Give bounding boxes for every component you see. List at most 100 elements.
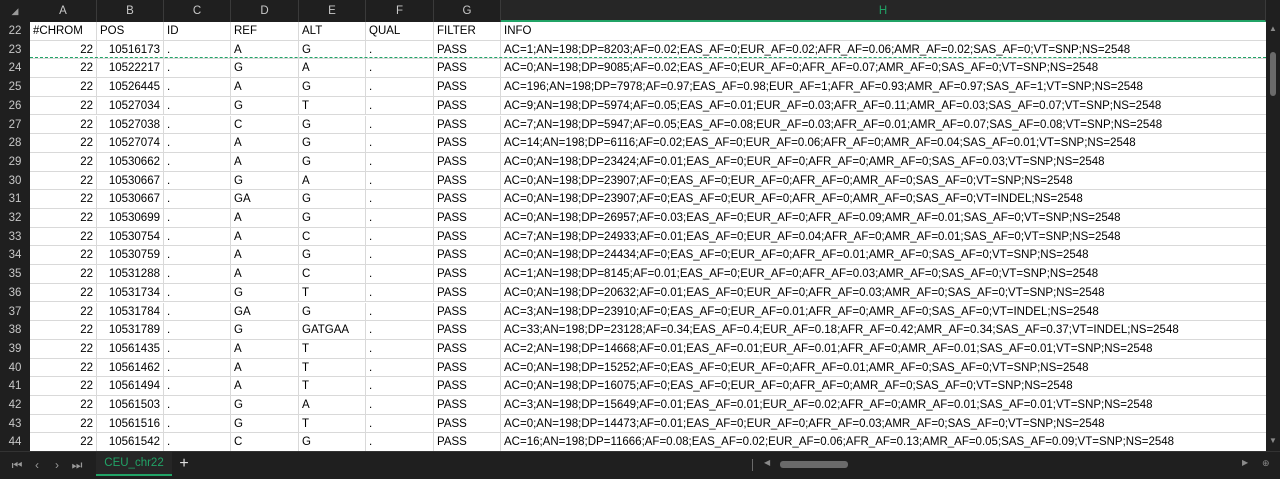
cell-d[interactable]: A — [231, 209, 299, 228]
horizontal-scroll-thumb[interactable] — [780, 461, 848, 468]
row-header[interactable]: 22 — [0, 22, 30, 41]
cell-a[interactable]: 22 — [30, 396, 97, 415]
cell-f[interactable]: . — [366, 96, 434, 116]
cell-e[interactable]: T — [299, 96, 366, 116]
cell-c[interactable]: . — [164, 190, 231, 209]
cell-d[interactable]: A — [231, 227, 299, 247]
cell-f[interactable]: . — [366, 377, 434, 396]
cell-c[interactable]: . — [164, 152, 231, 172]
cell-e[interactable]: ALT — [299, 22, 366, 41]
prev-sheet-icon[interactable]: ‹ — [28, 456, 46, 474]
cell-a[interactable]: 22 — [30, 78, 97, 97]
cell-h[interactable]: AC=0;AN=198;DP=9085;AF=0.02;EAS_AF=0;EUR… — [501, 59, 1266, 78]
cell-e[interactable]: A — [299, 171, 366, 191]
cell-d[interactable]: G — [231, 171, 299, 191]
row-header[interactable]: 35 — [0, 265, 30, 284]
cell-e[interactable]: T — [299, 358, 366, 378]
cell-c[interactable]: . — [164, 246, 231, 266]
cell-g[interactable]: PASS — [434, 115, 501, 135]
cell-e[interactable]: T — [299, 414, 366, 434]
cell-c[interactable]: . — [164, 358, 231, 378]
cell-e[interactable]: G — [299, 246, 366, 266]
row-header[interactable]: 25 — [0, 78, 30, 97]
row-header[interactable]: 28 — [0, 134, 30, 153]
scroll-end-icon[interactable]: ⊕ — [1262, 458, 1270, 469]
cell-b[interactable]: 10531734 — [97, 283, 164, 303]
cell-d[interactable]: C — [231, 433, 299, 451]
cell-h[interactable]: AC=14;AN=198;DP=6116;AF=0.02;EAS_AF=0;EU… — [501, 134, 1266, 153]
row-header[interactable]: 42 — [0, 396, 30, 415]
cell-e[interactable]: C — [299, 227, 366, 247]
row-header[interactable]: 43 — [0, 415, 30, 434]
cell-f[interactable]: . — [366, 321, 434, 340]
cell-h[interactable]: INFO — [501, 22, 1266, 41]
cell-c[interactable]: . — [164, 283, 231, 303]
cell-b[interactable]: 10527038 — [97, 115, 164, 135]
first-sheet-icon[interactable]: ⏮ — [8, 456, 26, 474]
row-header[interactable]: 36 — [0, 284, 30, 303]
cell-b[interactable]: 10561542 — [97, 433, 164, 451]
cell-e[interactable]: G — [299, 115, 366, 135]
cell-b[interactable]: 10561503 — [97, 396, 164, 415]
cell-h[interactable]: AC=7;AN=198;DP=24933;AF=0.01;EAS_AF=0;EU… — [501, 228, 1266, 247]
column-header-d[interactable]: D — [231, 0, 299, 22]
cell-a[interactable]: 22 — [30, 115, 97, 135]
cell-d[interactable]: A — [231, 152, 299, 172]
row-header[interactable]: 41 — [0, 377, 30, 396]
row-header[interactable]: 23 — [0, 41, 30, 60]
cell-c[interactable]: . — [164, 78, 231, 97]
cell-b[interactable]: 10531789 — [97, 321, 164, 340]
cell-f[interactable]: . — [366, 190, 434, 209]
cell-e[interactable]: G — [299, 190, 366, 209]
cell-g[interactable]: PASS — [434, 227, 501, 247]
cell-f[interactable]: . — [366, 134, 434, 153]
row-header[interactable]: 40 — [0, 359, 30, 378]
column-header-h[interactable]: H — [501, 0, 1266, 22]
cell-a[interactable]: 22 — [30, 358, 97, 378]
cell-g[interactable]: PASS — [434, 190, 501, 209]
cell-c[interactable]: . — [164, 396, 231, 415]
cell-g[interactable]: PASS — [434, 96, 501, 116]
cell-b[interactable]: 10522217 — [97, 59, 164, 79]
cell-d[interactable]: A — [231, 265, 299, 284]
cell-h[interactable]: AC=0;AN=198;DP=23424;AF=0.01;EAS_AF=0;EU… — [501, 153, 1266, 172]
cell-h[interactable]: AC=0;AN=198;DP=23907;AF=0;EAS_AF=0;EUR_A… — [501, 172, 1266, 191]
cell-c[interactable]: . — [164, 321, 231, 340]
cell-c[interactable]: . — [164, 209, 231, 228]
cell-g[interactable]: PASS — [434, 209, 501, 228]
cell-g[interactable]: PASS — [434, 171, 501, 191]
row-header[interactable]: 32 — [0, 209, 30, 228]
cell-a[interactable]: 22 — [30, 227, 97, 247]
cell-c[interactable]: . — [164, 134, 231, 153]
cell-g[interactable]: PASS — [434, 78, 501, 97]
cell-c[interactable]: . — [164, 171, 231, 191]
row-header[interactable]: 27 — [0, 116, 30, 135]
cell-e[interactable]: T — [299, 377, 366, 396]
row-header[interactable]: 24 — [0, 59, 30, 78]
cell-g[interactable]: PASS — [434, 414, 501, 434]
cell-c[interactable]: . — [164, 339, 231, 359]
cell-a[interactable]: 22 — [30, 414, 97, 434]
cell-f[interactable]: . — [366, 59, 434, 79]
next-sheet-icon[interactable]: › — [48, 456, 66, 474]
cell-g[interactable]: PASS — [434, 377, 501, 396]
cell-h[interactable]: AC=33;AN=198;DP=23128;AF=0.34;EAS_AF=0.4… — [501, 321, 1266, 340]
cell-d[interactable]: G — [231, 321, 299, 340]
row-header[interactable]: 29 — [0, 153, 30, 172]
cell-g[interactable]: PASS — [434, 302, 501, 322]
cell-b[interactable]: 10527034 — [97, 96, 164, 116]
cell-d[interactable]: A — [231, 377, 299, 396]
cell-h[interactable]: AC=196;AN=198;DP=7978;AF=0.97;EAS_AF=0.9… — [501, 78, 1266, 97]
cell-e[interactable]: G — [299, 209, 366, 228]
cell-g[interactable]: PASS — [434, 358, 501, 378]
cell-h[interactable]: AC=0;AN=198;DP=15252;AF=0;EAS_AF=0;EUR_A… — [501, 359, 1266, 378]
cell-c[interactable]: . — [164, 96, 231, 116]
row-header[interactable]: 33 — [0, 228, 30, 247]
cell-d[interactable]: A — [231, 134, 299, 153]
cell-a[interactable]: 22 — [30, 209, 97, 228]
cell-e[interactable]: G — [299, 134, 366, 153]
cell-g[interactable]: PASS — [434, 321, 501, 340]
cell-a[interactable]: 22 — [30, 190, 97, 209]
cell-a[interactable]: 22 — [30, 134, 97, 153]
cell-e[interactable]: C — [299, 265, 366, 284]
